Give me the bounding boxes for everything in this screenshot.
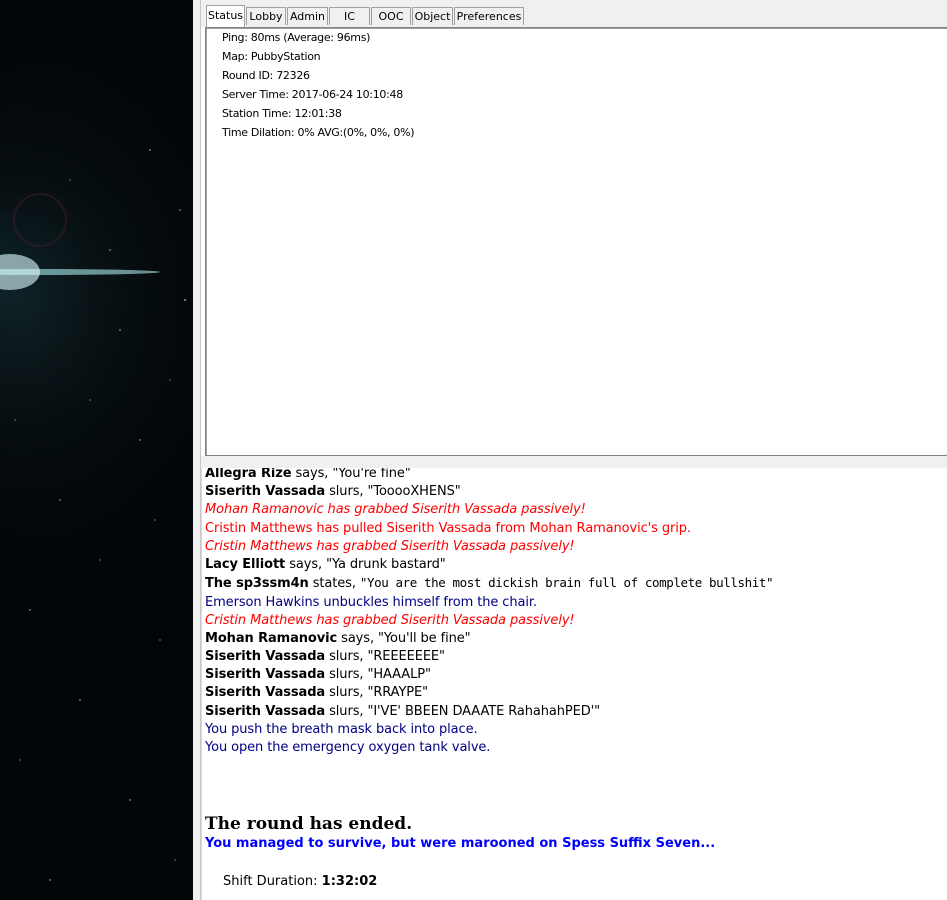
chat-message: Cristin Matthews has grabbed Siserith Va… — [205, 613, 575, 628]
chat-message: Lacy Elliott says, "Ya drunk bastard" — [205, 557, 446, 572]
space-background — [0, 0, 193, 900]
tab-ooc[interactable]: OOC — [371, 7, 411, 25]
chat-message: Mohan Ramanovic says, "You'll be fine" — [205, 631, 471, 646]
time-dilation-readout: Time Dilation: 0% AVG:(0%, 0%, 0%) — [222, 126, 415, 139]
chat-message: Siserith Vassada slurs, "HAAALP" — [205, 667, 431, 682]
chat-message: Siserith Vassada slurs, "REEEEEEE" — [205, 649, 445, 664]
ping-readout: Ping: 80ms (Average: 96ms) — [222, 31, 371, 44]
tab-admin[interactable]: Admin — [287, 7, 328, 25]
chat-message: Siserith Vassada slurs, "RRAYPE" — [205, 685, 429, 700]
tab-object[interactable]: Object — [412, 7, 453, 25]
chat-message: The sp3ssm4n states, "You are the most d… — [205, 575, 774, 591]
shift-duration-label: Shift Duration: — [223, 874, 322, 889]
tab-lobby[interactable]: Lobby — [246, 7, 286, 25]
chat-message: Emerson Hawkins unbuckles himself from t… — [205, 595, 537, 610]
chat-message: Cristin Matthews has pulled Siserith Vas… — [205, 521, 691, 536]
chat-output[interactable]: Allegra Rize says, "You're fine" Siserit… — [201, 468, 947, 900]
status-panel: Ping: 80ms (Average: 96ms) Map: PubbySta… — [205, 27, 947, 456]
round-id-readout: Round ID: 72326 — [222, 69, 310, 82]
server-time-readout: Server Time: 2017-06-24 10:10:48 — [222, 88, 403, 101]
info-tab-bar: Status Lobby Admin IC OOC Object Prefere… — [201, 0, 947, 27]
round-end-heading: The round has ended. — [205, 814, 413, 834]
shift-duration: Shift Duration: 1:32:02 — [223, 874, 377, 889]
map-readout: Map: PubbyStation — [222, 50, 321, 63]
chat-message: Cristin Matthews has grabbed Siserith Va… — [205, 539, 575, 554]
survival-message: You managed to survive, but were maroone… — [205, 836, 716, 851]
chat-message: You open the emergency oxygen tank valve… — [205, 740, 491, 755]
chat-message: You push the breath mask back into place… — [205, 722, 478, 737]
tab-status[interactable]: Status — [206, 5, 245, 27]
chat-message: Mohan Ramanovic has grabbed Siserith Vas… — [205, 502, 586, 517]
shift-duration-value: 1:32:02 — [321, 874, 378, 889]
chat-message: Siserith Vassada slurs, "I'VE' BBEEN DAA… — [205, 704, 601, 719]
chat-message: Siserith Vassada slurs, "TooooXHENS" — [205, 484, 461, 499]
tab-preferences[interactable]: Preferences — [454, 7, 524, 25]
chat-message: Allegra Rize says, "You're fine" — [205, 468, 411, 481]
tab-ic[interactable]: IC — [329, 7, 370, 25]
game-viewport[interactable] — [0, 0, 193, 900]
pane-divider[interactable] — [193, 0, 201, 900]
station-time-readout: Station Time: 12:01:38 — [222, 107, 342, 120]
